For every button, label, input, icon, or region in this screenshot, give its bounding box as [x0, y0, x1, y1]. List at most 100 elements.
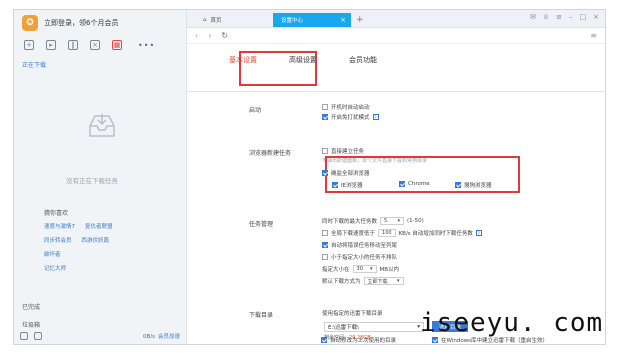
tab-home[interactable]: ⌂ 首页: [195, 13, 273, 27]
watermark-text: iseeyu. com: [420, 308, 604, 338]
vip-accelerate-link[interactable]: 会员加速: [158, 334, 180, 340]
quiet-mode-checkbox[interactable]: [322, 114, 328, 120]
more-icon[interactable]: •••: [138, 41, 155, 50]
tab-downloading[interactable]: 正在下载: [22, 60, 46, 69]
direct-create-option[interactable]: 直接建立任务: [322, 147, 364, 155]
speed-threshold-checkbox[interactable]: [322, 230, 328, 236]
speed-threshold-input[interactable]: 100: [378, 229, 396, 237]
empty-tray-icon: [89, 114, 115, 137]
start-icon[interactable]: ▸: [46, 40, 56, 50]
sidebar-item-completed[interactable]: 已完成: [22, 302, 40, 311]
chrome-checkbox[interactable]: [399, 181, 405, 187]
default-mode-select[interactable]: 立即下载 ▾: [363, 277, 404, 285]
close-tab-icon[interactable]: ×: [340, 16, 346, 24]
tab-member-features[interactable]: 会员功能: [349, 55, 377, 65]
tab-settings-center[interactable]: 设置中心 ×: [273, 13, 351, 27]
chevron-down-icon: ▾: [370, 266, 373, 272]
skin-icon[interactable]: ♕: [543, 13, 549, 21]
sogou-label: 搜狗浏览器: [464, 183, 492, 189]
section-task-mgmt-label: 任务管理: [249, 221, 274, 228]
minimize-icon[interactable]: –: [569, 13, 573, 21]
size-select[interactable]: 30 ▾: [352, 265, 377, 273]
download-path-input[interactable]: E:\迅雷下载\ ▾: [324, 322, 424, 332]
auto-last-dir-option[interactable]: 自动修改为上次使用的目录: [321, 336, 396, 344]
auto-move-option[interactable]: 自动将错误任务移动至列尾: [322, 241, 397, 249]
small-task-option[interactable]: 小于指定大小的任务不排队: [322, 253, 397, 261]
ie-option[interactable]: IE浏览器: [332, 181, 363, 189]
refresh-icon[interactable]: ↻: [221, 31, 228, 40]
size-label: 指定大小在: [322, 267, 350, 273]
info-icon[interactable]: ?: [475, 230, 482, 236]
highlight-box-basic: [239, 51, 317, 86]
settings-browser: ⌂ 首页 设置中心 × + ✉ ♕ ≡ – □ × ‹ › ↻ ≡ 基本设置 高…: [187, 10, 605, 344]
login-prompt[interactable]: 立即登录，领6个月会员: [44, 18, 118, 28]
status-bar: 0B/s 会员加速: [14, 328, 186, 344]
calendar-icon[interactable]: ▦: [112, 40, 122, 50]
max-tasks-select[interactable]: 5 ▾: [380, 217, 405, 225]
direct-create-checkbox[interactable]: [322, 148, 328, 154]
autostart-label: 开机时自动启动: [331, 105, 370, 111]
recommend-section: 猜你喜欢 速度与激情7 复仇者联盟 同步转会员 西游伏妖篇 破坏者 记忆大师: [44, 208, 113, 278]
quiet-mode-label: 开启免打扰模式: [331, 115, 370, 121]
recommend-link[interactable]: 破坏者: [44, 250, 61, 258]
back-icon[interactable]: ‹: [195, 31, 198, 40]
message-icon[interactable]: [34, 332, 42, 340]
monitor-all-checkbox[interactable]: [322, 170, 328, 176]
use-dir-label: 使用指定的迅雷下载目录: [322, 311, 383, 317]
home-icon: ⌂: [203, 17, 207, 23]
direct-create-label: 直接建立任务: [331, 149, 365, 155]
small-task-checkbox[interactable]: [322, 254, 328, 260]
speed-threshold-label: 全局下载速度低于: [331, 231, 376, 237]
ie-checkbox[interactable]: [332, 182, 338, 188]
address-bar: ‹ › ↻ ≡: [187, 28, 605, 44]
recommend-link[interactable]: 复仇者联盟: [85, 222, 113, 230]
new-task-icon[interactable]: +: [24, 40, 34, 50]
tabs-divider: [187, 91, 605, 92]
task-toolbar: + ▸ ‖ × ▦ •••: [14, 36, 186, 54]
monitor-all-option[interactable]: 确监全部浏览器: [322, 169, 370, 177]
account-header[interactable]: ✪ 立即登录，领6个月会员: [14, 10, 186, 36]
menu-icon[interactable]: ≡: [556, 13, 562, 21]
forward-icon[interactable]: ›: [208, 31, 211, 40]
auto-move-checkbox[interactable]: [322, 242, 328, 248]
monitor-all-label: 确监全部浏览器: [331, 171, 370, 177]
size-row: 指定大小在 30 ▾ MB以内: [322, 265, 399, 273]
tab-settings-label: 设置中心: [281, 18, 304, 24]
mail-icon[interactable]: ✉: [530, 13, 536, 21]
pause-icon[interactable]: ‖: [68, 40, 78, 50]
section-download-dir-label: 下载目录: [249, 312, 274, 319]
recommend-link[interactable]: 同步转会员: [44, 236, 72, 244]
user-icon[interactable]: [20, 332, 28, 340]
use-dir-row: 使用指定的迅雷下载目录: [322, 309, 383, 317]
sogou-option[interactable]: 搜狗浏览器: [455, 181, 492, 189]
chrome-label: Chrome: [408, 181, 430, 187]
auto-last-dir-checkbox[interactable]: [321, 337, 327, 343]
download-path-value: E:\迅雷下载\: [328, 325, 360, 331]
app-window: ✪ 立即登录，领6个月会员 + ▸ ‖ × ▦ ••• 正在下载 没有正在下载任…: [13, 9, 606, 345]
info-icon[interactable]: ?: [372, 114, 379, 120]
max-tasks-row: 同时下载的最大任务数 5 ▾ (1-50): [322, 217, 424, 225]
empty-message: 没有正在下载任务: [66, 177, 118, 185]
chrome-option[interactable]: Chrome: [399, 181, 430, 187]
maximize-icon[interactable]: □: [580, 13, 587, 21]
sogou-checkbox[interactable]: [455, 182, 461, 188]
autostart-option[interactable]: 开机时自动启动: [322, 103, 370, 111]
chevron-down-icon: ▾: [397, 278, 400, 284]
new-tab-button[interactable]: +: [356, 15, 364, 25]
chevron-down-icon: ▾: [397, 218, 401, 224]
quiet-mode-option[interactable]: 开启免打扰模式 ?: [322, 113, 379, 121]
recommend-title: 猜你喜欢: [44, 210, 69, 217]
size-unit: MB以内: [379, 267, 400, 273]
speed-threshold-row[interactable]: 全局下载速度低于 100 KB/s 自动增加同时下载任务数 ?: [322, 229, 482, 237]
recommend-link[interactable]: 西游伏妖篇: [82, 236, 110, 244]
recommend-link[interactable]: 速度与激情7: [44, 222, 75, 230]
close-icon[interactable]: ×: [593, 13, 599, 21]
autostart-checkbox[interactable]: [322, 104, 328, 110]
ie-label: IE浏览器: [341, 183, 363, 189]
auto-last-dir-label: 自动修改为上次使用的目录: [330, 338, 397, 344]
recommend-link[interactable]: 记忆大师: [44, 264, 66, 272]
delete-icon[interactable]: ×: [90, 40, 100, 50]
tab-home-label: 首页: [210, 18, 222, 24]
speed-threshold-suffix: KB/s 自动增加同时下载任务数: [398, 231, 473, 237]
page-menu-icon[interactable]: ≡: [590, 31, 597, 40]
